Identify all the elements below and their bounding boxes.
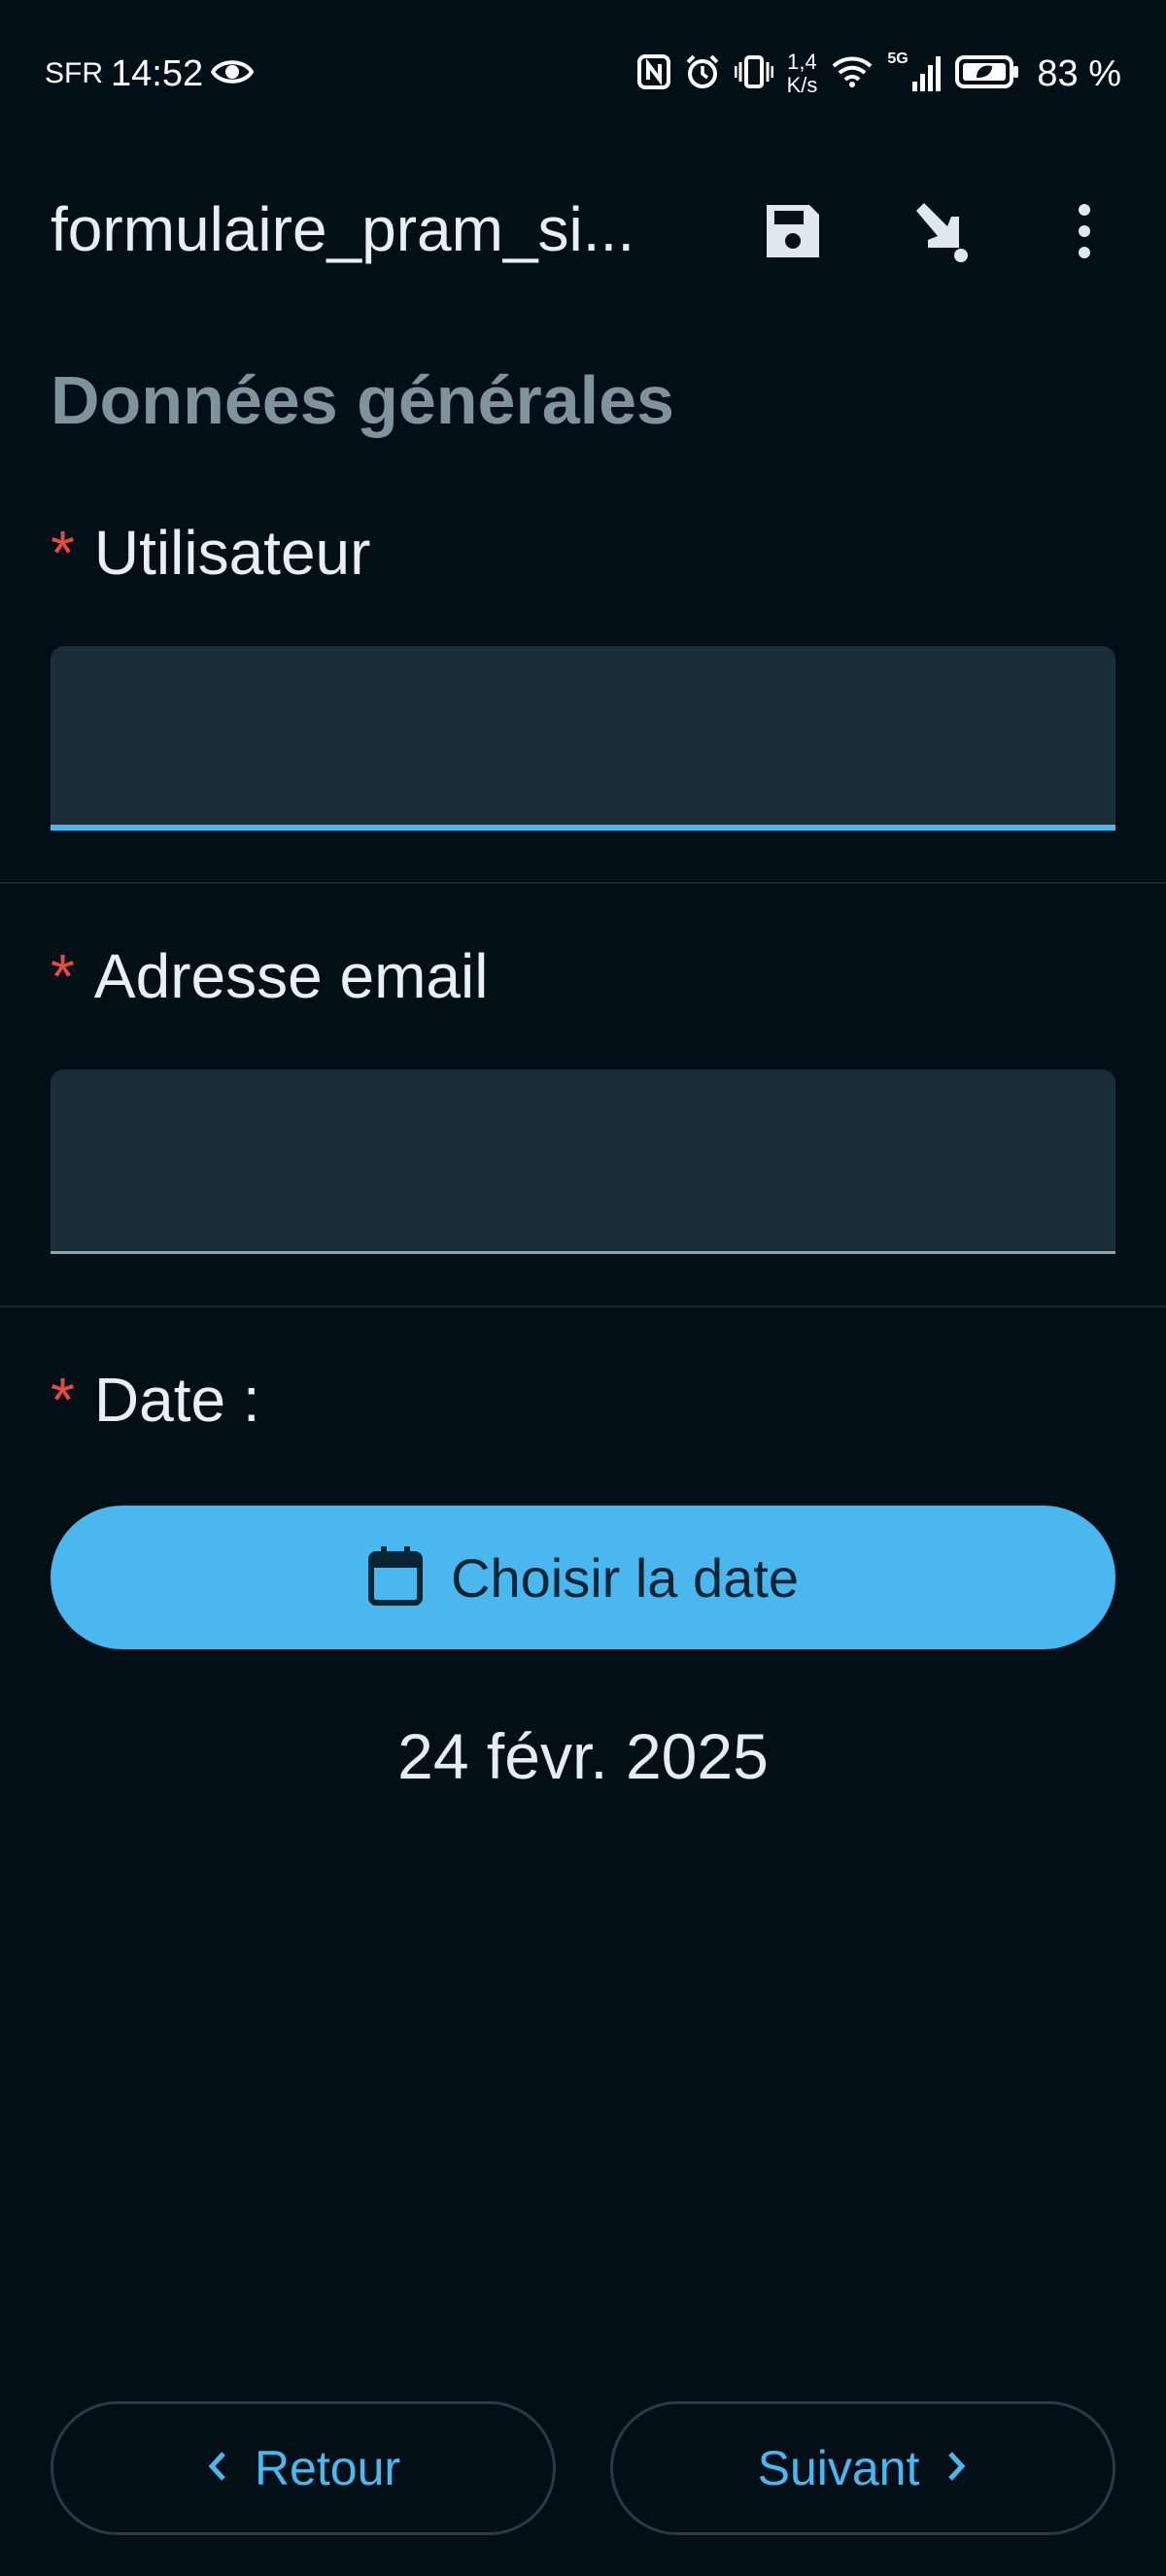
calendar-icon — [367, 1544, 424, 1611]
status-bar-left: SFR 14:52 — [45, 39, 255, 109]
field-divider — [0, 1305, 1166, 1307]
save-button[interactable] — [746, 186, 840, 280]
app-bar: formulaire_pram_si... — [0, 175, 1166, 282]
next-button[interactable]: Suivant — [610, 2401, 1115, 2535]
date-field-label: * Date : — [51, 1364, 260, 1436]
alarm-icon — [684, 53, 721, 95]
email-field[interactable] — [51, 1069, 1115, 1254]
date-label-text: Date : — [93, 1365, 260, 1435]
field-divider — [0, 882, 1166, 884]
wifi-icon — [831, 54, 874, 94]
network-speed: 1,4 K/s — [787, 51, 818, 97]
battery-level: 83 % — [1037, 52, 1121, 94]
selected-date: 24 févr. 2025 — [397, 1720, 769, 1792]
form-title: formulaire_pram_si... — [51, 194, 635, 264]
eye-icon — [210, 57, 255, 91]
user-input[interactable] — [51, 646, 1115, 825]
user-label-text: Utilisateur — [93, 518, 371, 588]
form-screen: SFR 14:52 1,4 K/s 5G 83 % formulaire_pra… — [0, 0, 1166, 2576]
email-field-label: * Adresse email — [51, 940, 488, 1012]
chevron-right-icon — [944, 2450, 968, 2488]
user-field-label: * Utilisateur — [51, 517, 370, 589]
save-icon — [761, 199, 825, 268]
back-label: Retour — [254, 2441, 401, 2495]
chevron-left-icon — [206, 2450, 229, 2488]
carrier-name: SFR — [45, 57, 103, 89]
status-bar-right: 1,4 K/s 5G 83 % — [636, 39, 1121, 109]
vibrate-icon — [734, 54, 774, 94]
choose-date-button[interactable]: Choisir la date — [51, 1506, 1115, 1649]
download-arrow-icon — [907, 199, 971, 268]
required-marker: * — [51, 1365, 75, 1435]
battery-icon — [955, 54, 1019, 94]
next-label: Suivant — [757, 2441, 920, 2495]
section-title: Données générales — [51, 362, 674, 438]
more-vertical-icon — [1075, 202, 1094, 265]
required-marker: * — [51, 518, 75, 588]
app-bar-actions — [746, 186, 1131, 280]
nfc-icon — [636, 53, 670, 94]
status-bar: SFR 14:52 1,4 K/s 5G 83 % — [0, 39, 1166, 109]
back-button[interactable]: Retour — [51, 2401, 556, 2535]
download-button[interactable] — [892, 186, 985, 280]
email-label-text: Adresse email — [93, 941, 489, 1011]
signal-icon: 5G — [887, 51, 942, 93]
user-field[interactable] — [51, 646, 1115, 830]
email-input[interactable] — [51, 1069, 1115, 1251]
choose-date-label: Choisir la date — [451, 1546, 799, 1609]
network-speed-value: 1,4 — [787, 50, 817, 74]
required-marker: * — [51, 941, 75, 1011]
network-speed-unit: K/s — [786, 73, 818, 97]
clock: 14:52 — [111, 52, 204, 94]
more-options-button[interactable] — [1038, 186, 1131, 280]
